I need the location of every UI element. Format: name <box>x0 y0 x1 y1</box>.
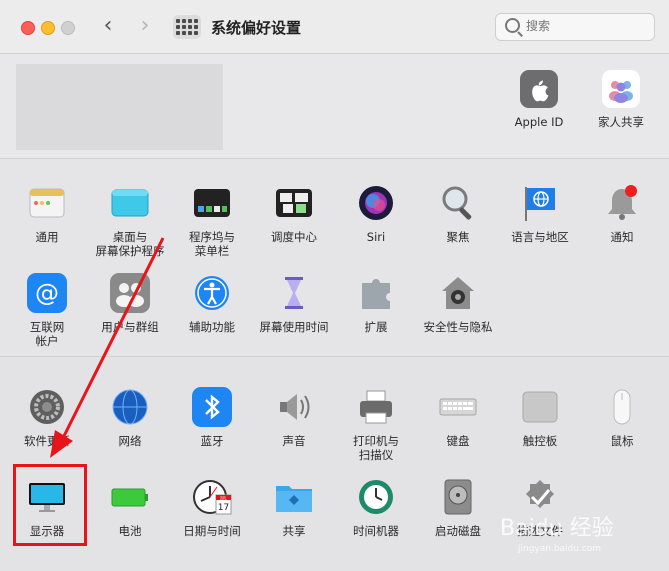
watermark-url: jingyan.baidu.com <box>518 544 602 554</box>
annotation-arrow <box>50 237 165 458</box>
watermark: Baidu 经验 <box>500 516 614 541</box>
